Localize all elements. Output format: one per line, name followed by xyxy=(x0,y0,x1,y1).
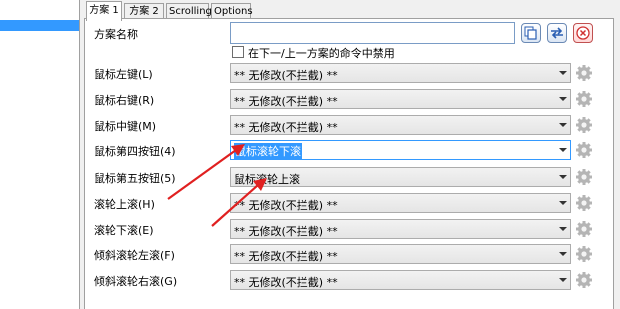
mapping-value: 鼠标滚轮上滚 xyxy=(234,173,300,186)
gear-icon[interactable] xyxy=(575,245,593,263)
chevron-down-icon xyxy=(559,252,567,256)
chevron-down-icon xyxy=(559,148,567,152)
chevron-down-icon xyxy=(559,201,567,205)
mapping-value: 鼠标滚轮下滚 xyxy=(234,143,302,159)
mapping-value: ** 无修改(不拦截) ** xyxy=(234,199,338,212)
mapping-select-button-5[interactable]: 鼠标滚轮上滚 xyxy=(230,167,571,187)
gear-icon[interactable] xyxy=(575,64,593,82)
mapping-select-left-button[interactable]: ** 无修改(不拦截) ** xyxy=(230,63,571,83)
mapping-select-wheel-up[interactable]: ** 无修改(不拦截) ** xyxy=(230,193,571,213)
mapping-select-tilt-right[interactable]: ** 无修改(不拦截) ** xyxy=(230,270,571,290)
mapping-label-right-button: 鼠标右键(R) xyxy=(94,94,155,107)
scheme-name-label: 方案名称 xyxy=(94,28,138,41)
scheme-list-panel[interactable] xyxy=(0,0,80,309)
mapping-select-tilt-left[interactable]: ** 无修改(不拦截) ** xyxy=(230,244,571,264)
gear-icon[interactable] xyxy=(575,141,593,159)
mapping-select-wheel-down[interactable]: ** 无修改(不拦截) ** xyxy=(230,219,571,239)
gear-icon[interactable] xyxy=(575,194,593,212)
mapping-label-tilt-left: 倾斜滚轮左滚(F) xyxy=(94,249,175,262)
scheme-name-input[interactable] xyxy=(230,22,515,44)
mapping-label-button-5: 鼠标第五按钮(5) xyxy=(94,172,176,185)
disable-in-cycle-label: 在下一/上一方案的命令中禁用 xyxy=(248,47,395,60)
copy-icon xyxy=(524,26,537,40)
delete-x-icon xyxy=(576,26,590,40)
scheme-list-selected-item[interactable] xyxy=(0,20,79,31)
mapping-select-button-4[interactable]: 鼠标滚轮下滚 xyxy=(230,140,571,160)
mapping-label-wheel-down: 滚轮下滚(E) xyxy=(94,224,154,237)
chevron-down-icon xyxy=(559,71,567,75)
swap-arrows-icon xyxy=(551,27,563,39)
mapping-value: ** 无修改(不拦截) ** xyxy=(234,276,338,289)
swap-scheme-button[interactable] xyxy=(547,23,567,43)
mapping-label-middle-button: 鼠标中键(M) xyxy=(94,120,157,133)
gear-icon[interactable] xyxy=(575,168,593,186)
mapping-label-left-button: 鼠标左键(L) xyxy=(94,68,153,81)
tab-scheme-1[interactable]: 方案 1 xyxy=(86,1,122,21)
mapping-label-tilt-right: 倾斜滚轮右滚(G) xyxy=(94,275,178,288)
chevron-down-icon xyxy=(559,227,567,231)
gear-icon[interactable] xyxy=(575,271,593,289)
chevron-down-icon xyxy=(559,175,567,179)
chevron-down-icon xyxy=(559,123,567,127)
gear-icon[interactable] xyxy=(575,220,593,238)
gear-icon[interactable] xyxy=(575,116,593,134)
scheme-settings-panel xyxy=(84,18,614,309)
chevron-down-icon xyxy=(559,97,567,101)
mapping-label-button-4: 鼠标第四按钮(4) xyxy=(94,145,176,158)
copy-scheme-button[interactable] xyxy=(521,23,541,43)
mapping-label-wheel-up: 滚轮上滚(H) xyxy=(94,198,155,211)
mapping-value: ** 无修改(不拦截) ** xyxy=(234,121,338,134)
gear-icon[interactable] xyxy=(575,90,593,108)
mapping-select-middle-button[interactable]: ** 无修改(不拦截) ** xyxy=(230,115,571,135)
chevron-down-icon xyxy=(559,278,567,282)
mapping-value: ** 无修改(不拦截) ** xyxy=(234,69,338,82)
delete-scheme-button[interactable] xyxy=(573,23,593,43)
disable-in-cycle-checkbox[interactable] xyxy=(232,46,244,58)
mapping-value: ** 无修改(不拦截) ** xyxy=(234,250,338,263)
mapping-select-right-button[interactable]: ** 无修改(不拦截) ** xyxy=(230,89,571,109)
mapping-value: ** 无修改(不拦截) ** xyxy=(234,95,338,108)
mapping-value: ** 无修改(不拦截) ** xyxy=(234,225,338,238)
